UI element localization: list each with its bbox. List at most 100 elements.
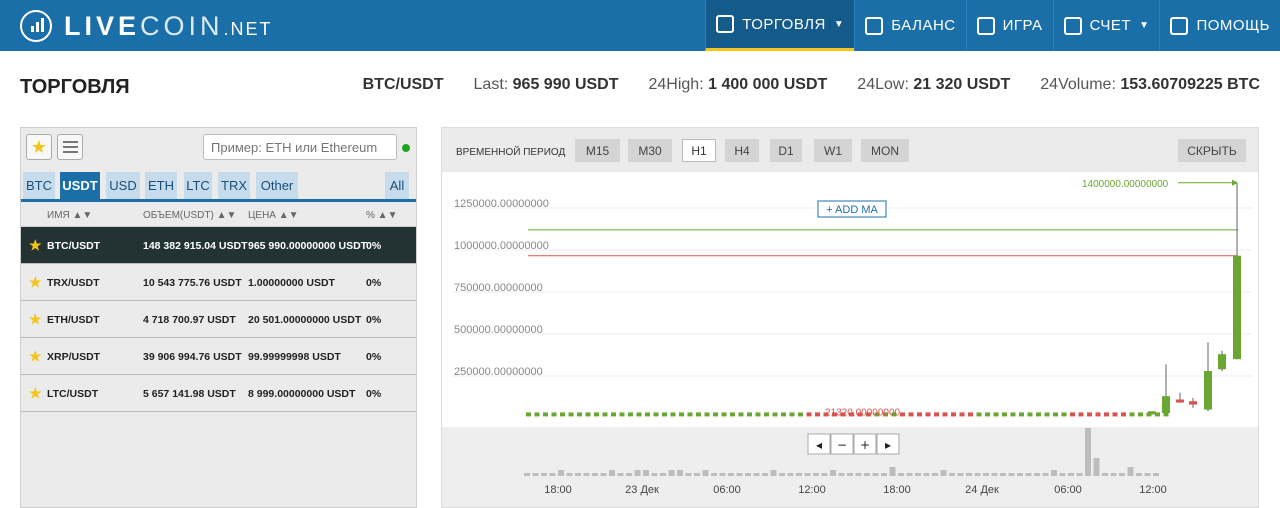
favorite-star-icon[interactable]: ★	[29, 348, 42, 365]
candle	[730, 412, 735, 417]
volume-bar	[745, 473, 751, 476]
market-row[interactable]: ★ LTC/USDT 5 657 141.98 USDT 8 999.00000000…	[21, 375, 416, 412]
market-tab-usdt[interactable]: USDT	[60, 172, 100, 199]
nav-item-1[interactable]: БАЛАНС	[854, 0, 965, 51]
market-row[interactable]: ★ TRX/USDT 10 543 775.76 USDT 1.00000000 US…	[21, 264, 416, 301]
ticker-volume: 24Volume: 153.60709225 BTC	[1040, 76, 1260, 93]
list-view-icon[interactable]	[57, 134, 83, 160]
favorite-star-icon[interactable]: ★	[29, 274, 42, 291]
y-tick-label: 750000.00000000	[454, 282, 543, 294]
row-change: 0%	[366, 351, 382, 363]
nav-label: БАЛАНС	[891, 17, 956, 34]
row-volume: 39 906 994.76 USDT	[143, 351, 242, 363]
volume-bar	[651, 473, 658, 476]
candle	[781, 412, 786, 417]
market-tab-btc[interactable]: BTC	[23, 172, 55, 199]
chart-nav-button-icon[interactable]: ◂	[816, 438, 822, 452]
period-m30[interactable]: M30	[628, 139, 672, 162]
period-m15[interactable]: M15	[575, 139, 620, 162]
volume-bar	[770, 470, 777, 476]
ticker-low: 24Low: 21 320 USDT	[857, 76, 1011, 93]
volume-bar	[1068, 473, 1074, 476]
candle	[815, 412, 820, 417]
candle	[679, 412, 684, 417]
price-chart[interactable]: 1250000.00000000 1000000.00000000 750000.0…	[442, 172, 1258, 507]
market-search-input[interactable]	[203, 134, 397, 160]
candle	[747, 412, 752, 417]
market-tab-other[interactable]: Other	[256, 172, 298, 199]
nav-item-3[interactable]: СЧЕТ ▼	[1052, 0, 1160, 51]
market-tab-ltc[interactable]: LTC	[184, 172, 212, 199]
candle	[1095, 412, 1101, 417]
nav-label: СЧЕТ	[1089, 17, 1132, 34]
volume-bar	[821, 473, 828, 476]
volume-bar	[558, 470, 564, 476]
volume-bar	[830, 470, 836, 476]
logo[interactable]: LIVECOIN.NET	[20, 9, 273, 43]
col-name[interactable]: ИМЯ ▲▼	[47, 210, 92, 221]
market-tab-usd[interactable]: USD	[106, 172, 140, 199]
candle	[636, 412, 642, 417]
volume-bar	[549, 473, 556, 476]
headset-icon	[1170, 16, 1189, 35]
market-tab-trx[interactable]: TRX	[218, 172, 250, 199]
nav-item-0[interactable]: ТОРГОВЛЯ ▼	[705, 0, 855, 51]
candle	[721, 412, 727, 417]
volume-bar	[753, 473, 760, 476]
period-d1[interactable]: D1	[770, 139, 802, 162]
row-change: 0%	[366, 314, 382, 326]
x-tick-label: 23 Дек	[625, 484, 659, 496]
top-navbar: LIVECOIN.NET ТОРГОВЛЯ ▼ БАЛАНС ИГРА СЧЕТ ▼ ПОМ…	[0, 0, 1280, 51]
market-toolbar: ★	[21, 128, 416, 166]
add-ma-label[interactable]: + ADD MA	[826, 204, 878, 216]
nav-item-4[interactable]: ПОМОЩЬ	[1159, 0, 1280, 51]
volume-bar	[906, 473, 913, 476]
x-tick-label: 18:00	[883, 484, 911, 496]
col-volume[interactable]: ОБЪЕМ(USDT) ▲▼	[143, 210, 236, 221]
period-bar: ВРЕМЕННОЙ ПЕРИОД M15 M30 H1 H4 D1 W1 MON СКРЫТ…	[442, 128, 1258, 172]
hide-chart-button[interactable]: СКРЫТЬ	[1178, 139, 1246, 162]
period-h1[interactable]: H1	[682, 139, 716, 162]
caret-down-icon: ▼	[833, 18, 845, 30]
candle	[628, 412, 633, 417]
nav-item-2[interactable]: ИГРА	[965, 0, 1053, 51]
market-tab-eth[interactable]: ETH	[145, 172, 177, 199]
candle	[917, 412, 922, 417]
volume-bar	[966, 473, 972, 476]
y-tick-label: 500000.00000000	[454, 324, 543, 336]
candle	[789, 412, 795, 417]
volume-bar	[575, 473, 581, 476]
candle	[942, 412, 948, 417]
volume-bar	[1076, 473, 1083, 476]
candle	[755, 412, 761, 417]
col-change[interactable]: % ▲▼	[366, 210, 397, 221]
page-title: ТОРГОВЛЯ	[20, 76, 130, 98]
favorite-star-icon[interactable]: ★	[29, 385, 42, 402]
min-price-annotation: 21320.00000000	[825, 407, 901, 418]
market-row[interactable]: ★ ETH/USDT 4 718 700.97 USDT 20 501.0000000…	[21, 301, 416, 338]
period-h4[interactable]: H4	[725, 139, 759, 162]
row-name: ETH/USDT	[47, 314, 100, 326]
favorite-star-icon[interactable]: ★	[29, 237, 42, 254]
chart-nav-button-icon[interactable]: ▸	[885, 438, 891, 452]
candle	[806, 412, 812, 417]
row-volume: 10 543 775.76 USDT	[143, 277, 242, 289]
period-mon[interactable]: MON	[861, 139, 909, 162]
favorite-star-icon[interactable]: ★	[29, 311, 42, 328]
candle	[925, 412, 931, 417]
candle	[959, 412, 965, 417]
volume-bar	[1110, 473, 1117, 476]
chart-nav-button-icon[interactable]: +	[860, 438, 870, 452]
chart-nav-button-icon[interactable]: −	[837, 438, 847, 452]
volume-bar	[804, 473, 811, 476]
volume-bar	[736, 473, 743, 476]
market-tab-all[interactable]: All	[385, 172, 409, 199]
candle	[543, 412, 548, 417]
candle	[1163, 412, 1169, 417]
favorites-star-icon[interactable]: ★	[26, 134, 52, 160]
market-row[interactable]: ★ XRP/USDT 39 906 994.76 USDT 99.99999998 U…	[21, 338, 416, 375]
period-w1[interactable]: W1	[814, 139, 852, 162]
market-row[interactable]: ★ BTC/USDT 148 382 915.04 USDT 965 990.0000…	[21, 227, 416, 264]
candle	[560, 412, 565, 417]
col-price[interactable]: ЦЕНА ▲▼	[248, 210, 299, 221]
